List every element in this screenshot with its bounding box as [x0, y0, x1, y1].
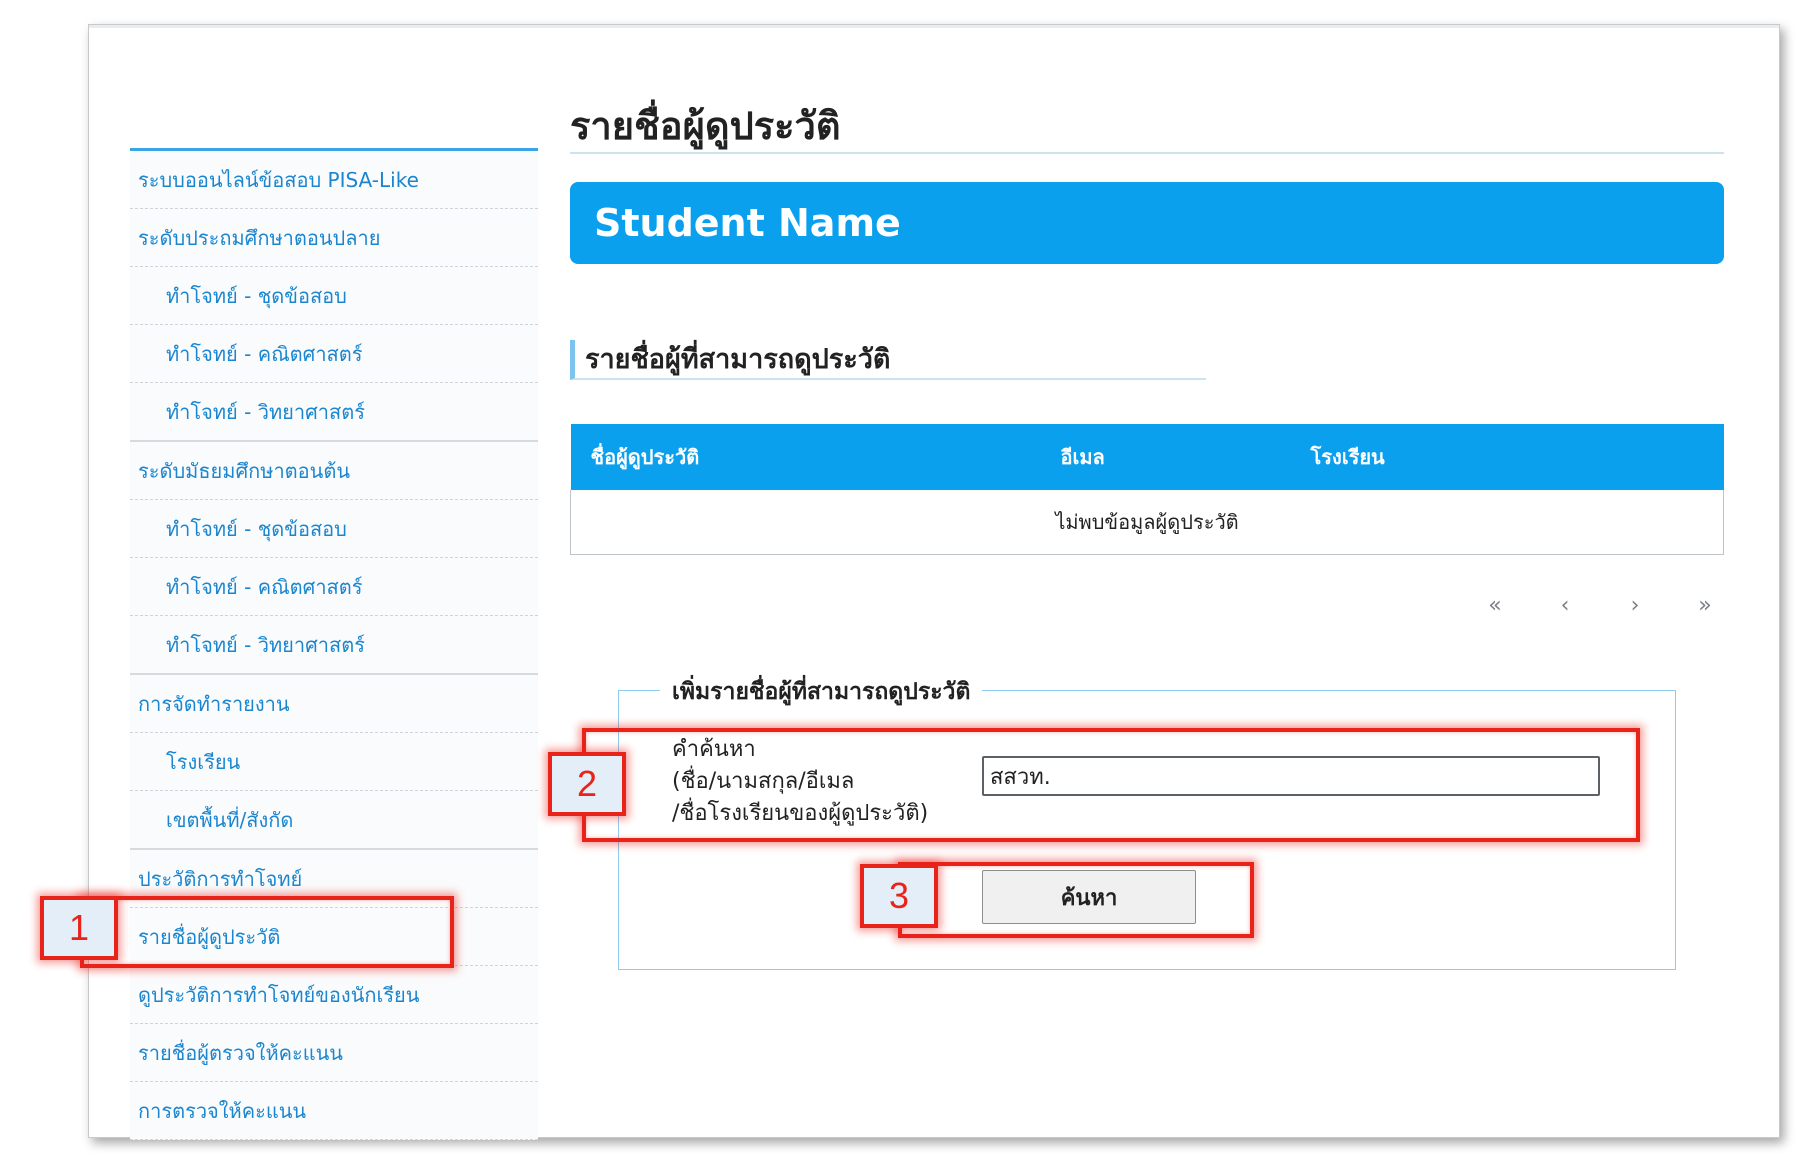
page-title: รายชื่อผู้ดูประวัติ — [570, 100, 1724, 154]
history-viewers-table: ชื่อผู้ดูประวัติ อีเมล โรงเรียน ไม่พบข้อ… — [570, 424, 1724, 555]
page-frame-top-strip — [89, 25, 1779, 28]
table-empty-message: ไม่พบข้อมูลผู้ดูประวัติ — [570, 490, 1724, 555]
column-header-viewer-name: ชื่อผู้ดูประวัติ — [570, 424, 1041, 490]
banner-title: Student Name — [594, 201, 901, 245]
callout-1-frame — [80, 896, 454, 968]
sidebar-item-primary-math[interactable]: ทำโจทย์ - คณิตศาสตร์ — [130, 325, 538, 383]
sidebar-item-secondary-science[interactable]: ทำโจทย์ - วิทยาศาสตร์ — [130, 616, 538, 675]
callout-3-frame — [898, 862, 1254, 938]
table-row: ไม่พบข้อมูลผู้ดูประวัติ — [570, 490, 1724, 555]
sidebar-item-report-school[interactable]: โรงเรียน — [130, 733, 538, 791]
sidebar: ระบบออนไลน์ข้อสอบ PISA-Like ระดับประถมศึ… — [130, 148, 538, 1140]
callout-2-badge: 2 — [548, 752, 626, 816]
callout-2-frame — [582, 728, 1640, 842]
add-viewer-legend: เพิ่มรายชื่อผู้ที่สามารถดูประวัติ — [660, 674, 983, 710]
pager-next-icon[interactable]: › — [1620, 593, 1650, 618]
callout-1-badge: 1 — [40, 896, 118, 960]
sidebar-item-report-district[interactable]: เขตพื้นที่/สังกัด — [130, 791, 538, 850]
pager-last-icon[interactable]: » — [1690, 593, 1720, 618]
sidebar-item-secondary-math[interactable]: ทำโจทย์ - คณิตศาสตร์ — [130, 558, 538, 616]
sidebar-item-primary-test-set[interactable]: ทำโจทย์ - ชุดข้อสอบ — [130, 267, 538, 325]
sidebar-item-student-history[interactable]: ดูประวัติการทำโจทย์ของนักเรียน — [130, 966, 538, 1024]
column-header-email: อีเมล — [1040, 424, 1291, 490]
student-name-banner: Student Name — [570, 182, 1724, 264]
sidebar-item-reports[interactable]: การจัดทำรายงาน — [130, 675, 538, 733]
sidebar-item-secondary-test-set[interactable]: ทำโจทย์ - ชุดข้อสอบ — [130, 500, 538, 558]
sidebar-item-grading[interactable]: การตรวจให้คะแนน — [130, 1082, 538, 1140]
sidebar-item-upper-primary[interactable]: ระดับประถมศึกษาตอนปลาย — [130, 209, 538, 267]
pager-first-icon[interactable]: « — [1480, 593, 1510, 618]
column-header-school: โรงเรียน — [1290, 424, 1724, 490]
pager-prev-icon[interactable]: ‹ — [1550, 593, 1580, 618]
pagination: « ‹ › » — [1480, 590, 1720, 620]
sidebar-item-primary-science[interactable]: ทำโจทย์ - วิทยาศาสตร์ — [130, 383, 538, 442]
section-heading: รายชื่อผู้ที่สามารถดูประวัติ — [570, 340, 1206, 380]
table-header-row: ชื่อผู้ดูประวัติ อีเมล โรงเรียน — [570, 424, 1724, 490]
sidebar-item-pisa-like-system[interactable]: ระบบออนไลน์ข้อสอบ PISA-Like — [130, 151, 538, 209]
sidebar-item-lower-secondary[interactable]: ระดับมัธยมศึกษาตอนต้น — [130, 442, 538, 500]
callout-3-badge: 3 — [860, 864, 938, 928]
sidebar-item-graders[interactable]: รายชื่อผู้ตรวจให้คะแนน — [130, 1024, 538, 1082]
